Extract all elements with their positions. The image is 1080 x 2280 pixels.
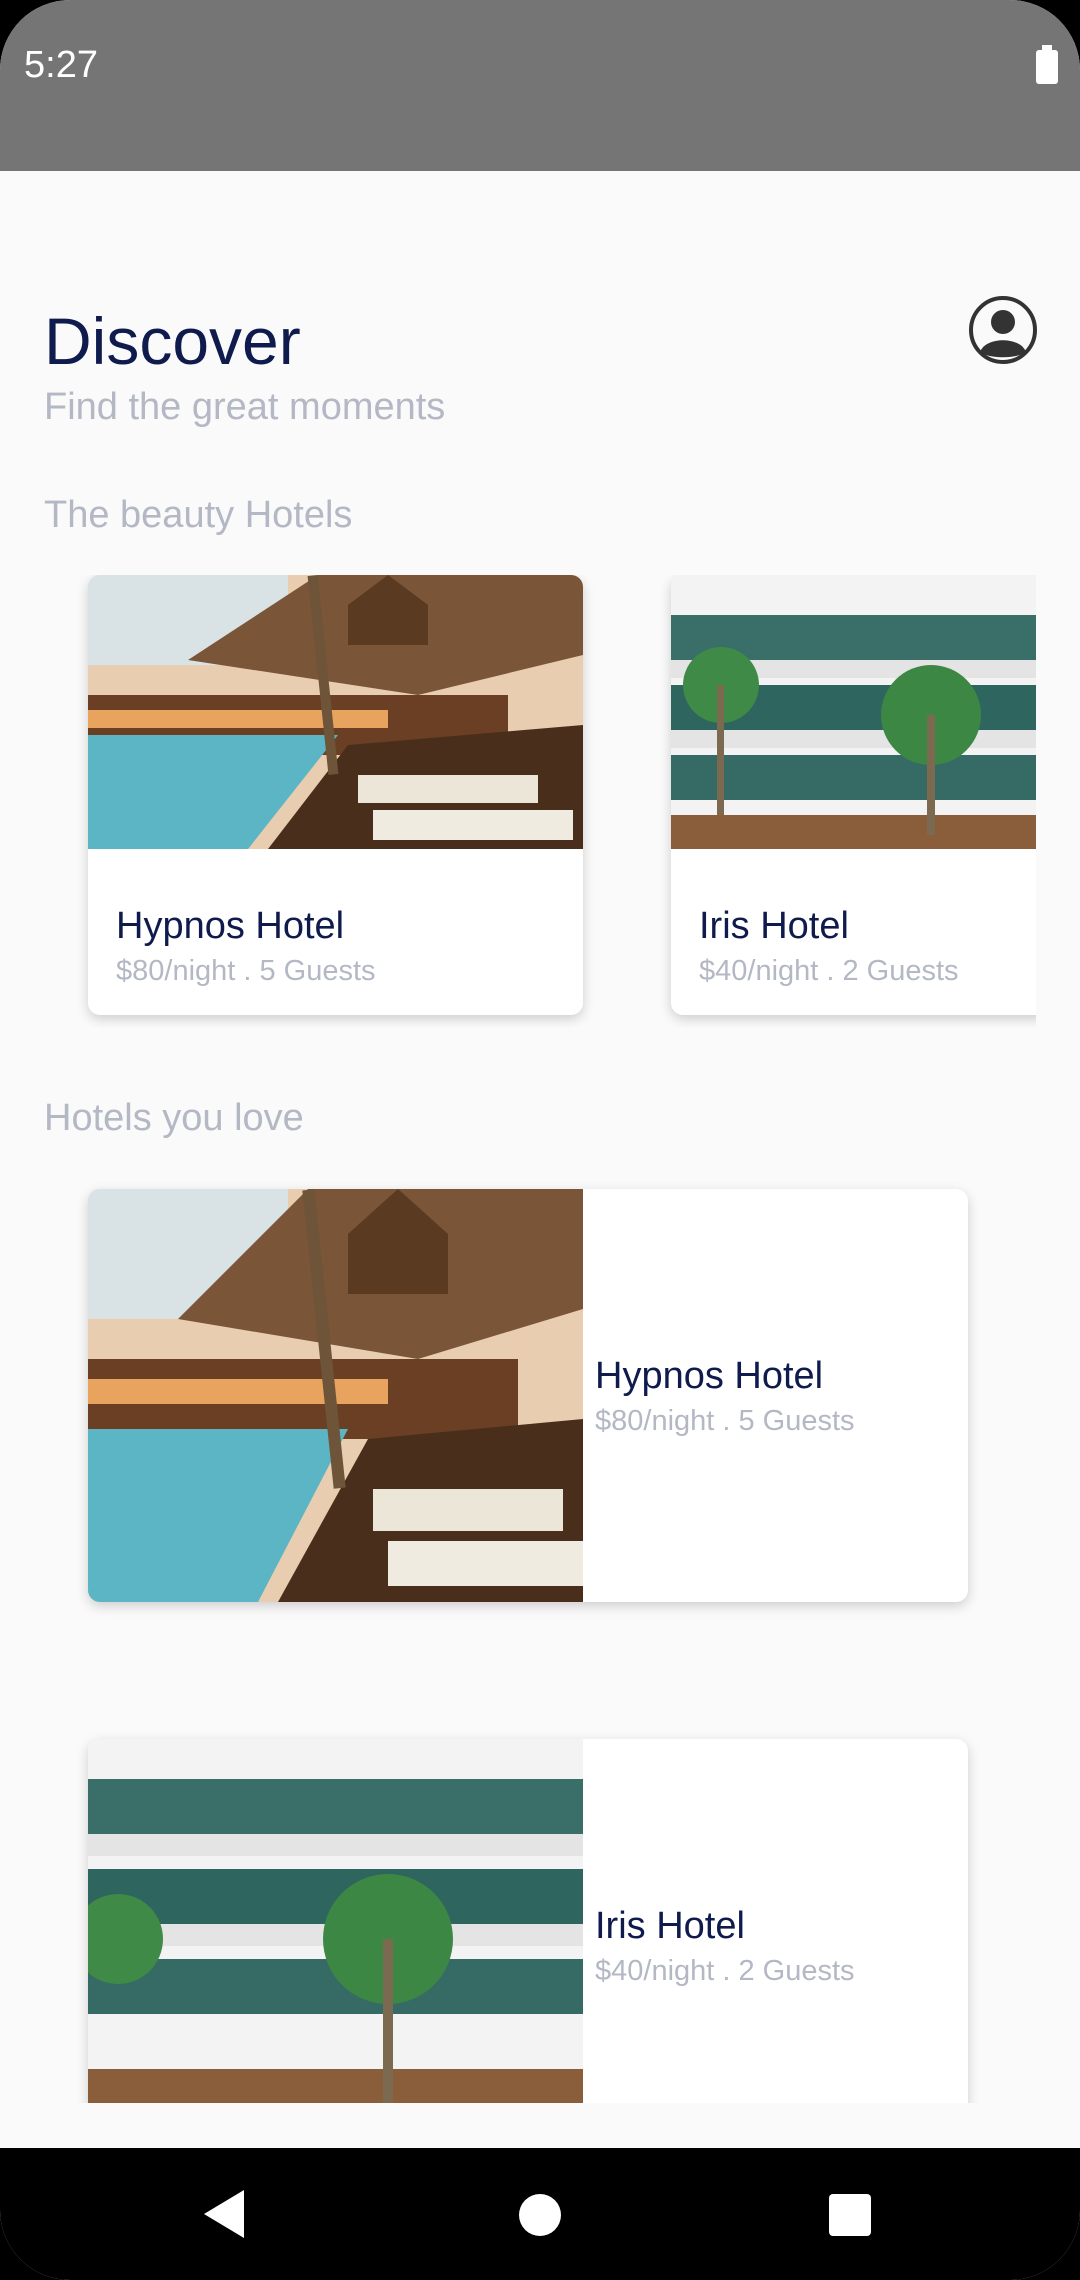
hotel-name: Iris Hotel [699,905,849,947]
battery-icon [1036,45,1058,84]
hotel-list-card-hypnos[interactable]: Hypnos Hotel $80/night . 5 Guests [88,1189,968,1602]
back-triangle-icon[interactable] [204,2190,244,2238]
hotel-card-iris[interactable]: Iris Hotel $40/night . 2 Guests [671,575,1036,1015]
status-bar: 5:27 [0,0,1080,171]
hotel-name: Hypnos Hotel [595,1355,824,1397]
main-content[interactable]: Discover Find the great moments The beau… [0,171,1080,2103]
hotel-name: Hypnos Hotel [116,905,345,947]
beauty-hotels-carousel[interactable]: Hypnos Hotel $80/night . 5 Guests Iris H… [0,575,1036,1027]
screen: 5:27 Discover Find the great moments The… [0,0,1080,2280]
recents-square-icon[interactable] [829,2194,871,2236]
hotel-info: $40/night . 2 Guests [595,1955,855,1987]
account-circle-icon[interactable] [968,295,1038,365]
hotel-info: $80/night . 5 Guests [116,955,376,987]
home-circle-icon[interactable] [519,2194,561,2236]
hotel-image-iris [88,1739,583,2103]
page-subtitle: Find the great moments [44,386,446,428]
hotel-info: $80/night . 5 Guests [595,1405,855,1437]
section-title-love: Hotels you love [44,1097,304,1139]
hotel-list-card-iris[interactable]: Iris Hotel $40/night . 2 Guests [88,1739,968,2103]
hotel-name: Iris Hotel [595,1905,745,1947]
status-time: 5:27 [24,44,98,86]
page-title: Discover [44,304,301,378]
hotel-image-iris [671,575,1036,849]
section-title-beauty: The beauty Hotels [44,494,353,536]
hotel-image-hypnos [88,1189,583,1602]
hotel-image-hypnos [88,575,583,849]
hotel-info: $40/night . 2 Guests [699,955,959,987]
hotel-card-hypnos[interactable]: Hypnos Hotel $80/night . 5 Guests [88,575,583,1015]
